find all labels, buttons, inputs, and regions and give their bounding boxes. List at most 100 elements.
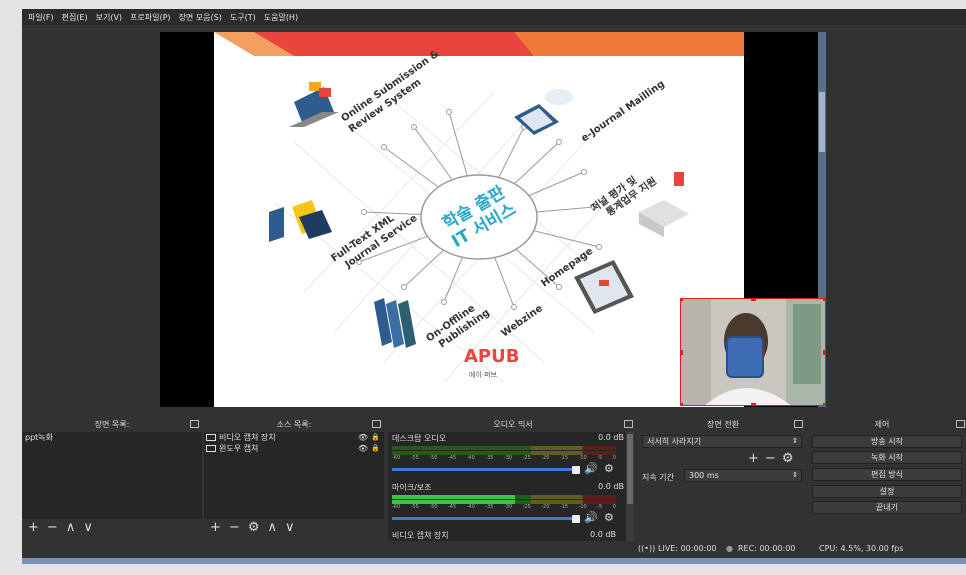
label-ejournal: e-Journal Mailling [579, 79, 666, 145]
meter-ticks-mic: -60 -55 -50 -45 -40 -35 -30 -25 -20 -15 -10 -5 0 [392, 504, 616, 510]
track-db-video: 0.0 dB [590, 530, 616, 539]
sources-float-icon[interactable] [372, 420, 381, 428]
menu-view[interactable]: 보기(V) [96, 12, 122, 23]
mixer-dock-title: 오디오 믹서 [493, 420, 533, 429]
transitions-float-icon[interactable] [794, 420, 803, 428]
resize-handle-l[interactable] [681, 350, 683, 355]
exit-button[interactable]: 끝내기 [812, 501, 962, 514]
lock-icon[interactable]: 🔒 [371, 432, 380, 443]
start-recording-button[interactable]: 녹화 시작 [812, 451, 962, 464]
menu-profile[interactable]: 프로파일(P) [130, 12, 171, 23]
track-name-desktop: 데스크탑 오디오 [392, 434, 447, 443]
source-label-video: 비디오 캡쳐 장치 [219, 433, 276, 442]
laptop-icon [289, 82, 339, 127]
scenes-toolbar: + − ∧ ∨ [28, 520, 93, 535]
menu-tools[interactable]: 도구(T) [230, 12, 256, 23]
menu-scene-collection[interactable]: 장면 모음(S) [179, 12, 222, 23]
move-scene-down-button[interactable]: ∨ [83, 520, 93, 535]
mixer-track-video: 비디오 캡쳐 장치 0.0 dB [388, 530, 628, 542]
track-name-mic: 마이크/보조 [392, 483, 432, 492]
mixer-float-icon[interactable] [624, 420, 633, 428]
menu-edit[interactable]: 편집(E) [62, 12, 88, 23]
scene-item[interactable]: ppt녹화 [22, 432, 202, 443]
taskbar-strip [22, 558, 966, 564]
live-status: LIVE: 00:00:00 [658, 544, 717, 553]
gear-icon[interactable]: ⚙ [604, 462, 614, 475]
tablet-folder-icon [269, 200, 332, 242]
source-label-window: 윈도우 캡쳐 [219, 444, 259, 453]
speaker-icon[interactable]: 🔊 [584, 462, 598, 475]
menu-bar: 파일(F) 편집(E) 보기(V) 프로파일(P) 장면 모음(S) 도구(T)… [22, 9, 966, 25]
eye-icon[interactable]: 👁 [358, 432, 368, 443]
updown-icon: ⇕ [792, 437, 798, 445]
menu-file[interactable]: 파일(F) [28, 12, 54, 23]
track-db-mic: 0.0 dB [598, 482, 624, 491]
label-webzine: Webzine [499, 303, 545, 340]
controls-float-icon[interactable] [956, 420, 965, 428]
camera-icon [206, 434, 216, 441]
duration-field[interactable]: 300 ms ⇕ [684, 469, 802, 482]
rec-dot-icon: ● [726, 544, 733, 553]
move-source-up-button[interactable]: ∧ [267, 520, 277, 535]
track-name-video: 비디오 캡쳐 장치 [392, 531, 449, 540]
transition-select[interactable]: 서서히 사라지기 ⇕ [642, 435, 802, 448]
controls-dock-title: 제어 [874, 420, 890, 429]
volume-knob-mic[interactable] [572, 515, 580, 523]
source-settings-gear-icon[interactable]: ⚙ [248, 520, 260, 535]
sources-toolbar: + − ⚙ ∧ ∨ [210, 520, 295, 535]
resize-handle-t[interactable] [751, 299, 756, 301]
source-item-window[interactable]: 윈도우 캡쳐 👁 🔒 [204, 443, 384, 454]
eye-icon[interactable]: 👁 [358, 443, 368, 454]
resize-handle-br[interactable] [823, 403, 825, 405]
scenes-dock-title: 장면 목록: [94, 420, 130, 429]
duration-label: 지속 기간 [642, 473, 674, 482]
spinner-icon[interactable]: ⇕ [792, 470, 798, 481]
add-source-button[interactable]: + [210, 520, 221, 535]
logo-subtitle: 에이·퍼브 [469, 370, 498, 379]
volume-meter-desktop [392, 446, 616, 450]
duration-value: 300 ms [689, 471, 719, 480]
resize-handle-bl[interactable] [681, 403, 683, 405]
remove-transition-button[interactable]: − [765, 451, 776, 466]
rec-status: REC: 00:00:00 [738, 544, 796, 553]
cpu-status: CPU: 4.5%, 30.00 fps [819, 544, 904, 553]
mixer-track-desktop: 데스크탑 오디오 0.0 dB -60 -55 -50 -45 -40 -35 -30 -25… [388, 433, 628, 481]
slide-graphic: 학술 출판 IT 서비스 Online Submission & Review … [214, 32, 744, 383]
remove-scene-button[interactable]: − [47, 520, 58, 535]
volume-knob-desktop[interactable] [572, 466, 580, 474]
lock-icon[interactable]: 🔒 [371, 443, 380, 454]
volume-meter-mic [392, 495, 616, 499]
preview-scroll-thumb[interactable] [819, 92, 825, 152]
resize-handle-r[interactable] [823, 350, 825, 355]
add-scene-button[interactable]: + [28, 520, 39, 535]
sources-list[interactable]: 비디오 캡쳐 장치 👁 🔒 윈도우 캡쳐 👁 🔒 [204, 432, 384, 519]
gear-icon[interactable]: ⚙ [604, 511, 614, 524]
live-indicator-icon: ((•)) [638, 544, 656, 553]
resize-handle-tr[interactable] [823, 299, 825, 301]
volume-slider-desktop[interactable] [392, 468, 576, 471]
menu-help[interactable]: 도움말(H) [264, 12, 298, 23]
studio-mode-button[interactable]: 편집 방식 [812, 468, 962, 481]
transition-gear-icon[interactable]: ⚙ [782, 451, 794, 466]
speaker-icon[interactable]: 🔊 [584, 511, 598, 524]
volume-slider-mic[interactable] [392, 517, 576, 520]
add-transition-button[interactable]: + [748, 451, 759, 466]
label-online-submission-1: Online Submission & [339, 48, 441, 124]
scenes-list[interactable]: ppt녹화 [22, 432, 202, 519]
face-blur-block [726, 336, 764, 378]
remove-source-button[interactable]: − [229, 520, 240, 535]
mixer-track-mic: 마이크/보조 0.0 dB -60 -55 -50 -45 -40 -35 -30 -25 -2… [388, 482, 628, 530]
move-scene-up-button[interactable]: ∧ [66, 520, 76, 535]
settings-button[interactable]: 설정 [812, 485, 962, 498]
start-streaming-button[interactable]: 방송 시작 [812, 435, 962, 448]
source-item-video[interactable]: 비디오 캡쳐 장치 👁 🔒 [204, 432, 384, 443]
scenes-float-icon[interactable] [190, 420, 199, 428]
transitions-panel [638, 432, 808, 541]
window-icon [206, 445, 216, 452]
resize-handle-tl[interactable] [681, 299, 683, 301]
monitor-icon [574, 260, 634, 314]
resize-handle-b[interactable] [751, 403, 756, 405]
sources-dock-title: 소스 목록: [276, 420, 312, 429]
move-source-down-button[interactable]: ∨ [285, 520, 295, 535]
webcam-source[interactable] [680, 298, 826, 406]
